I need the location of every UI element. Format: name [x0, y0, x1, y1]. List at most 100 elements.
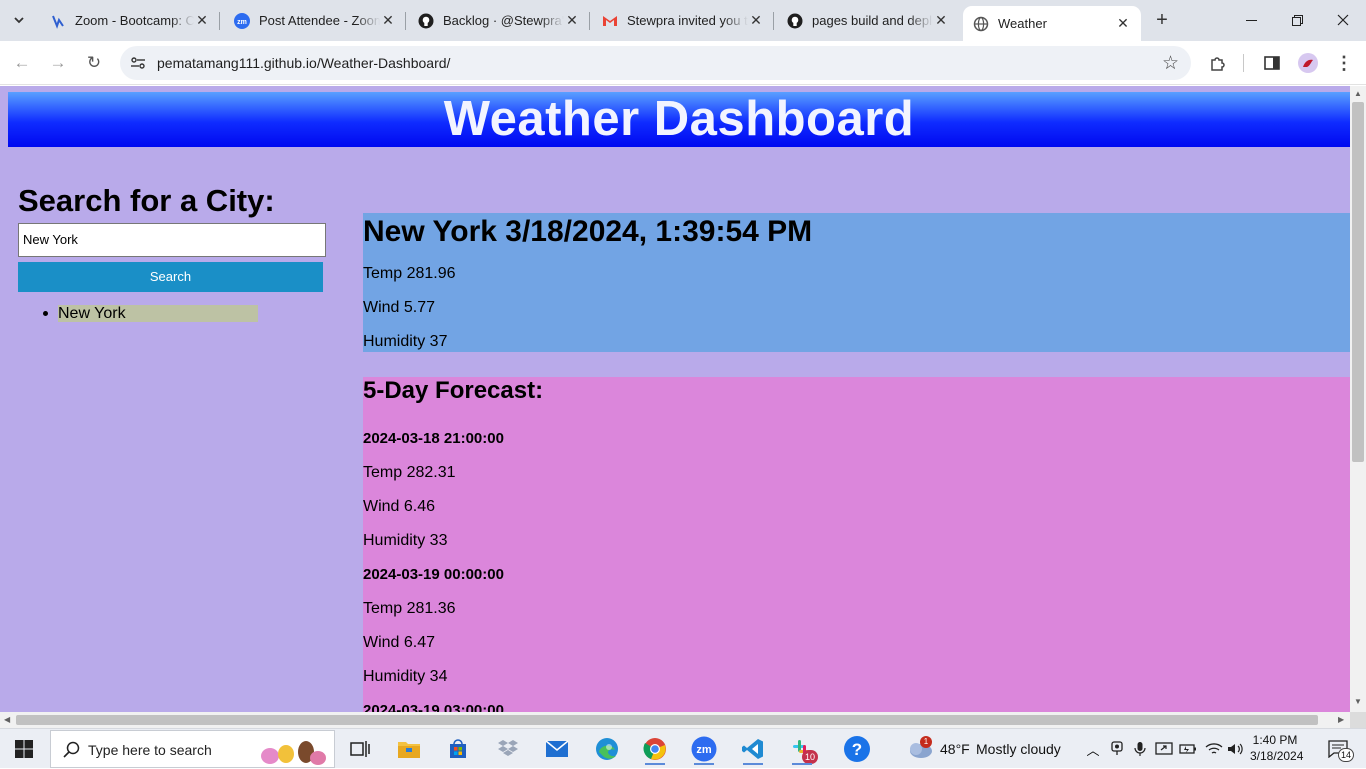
mail-app[interactable] [535, 733, 579, 765]
webcam-tray[interactable] [1106, 733, 1128, 765]
help-app[interactable]: ? [835, 733, 879, 765]
scrollbar-thumb[interactable] [1352, 102, 1364, 462]
weather-temp: 48°F [940, 741, 970, 757]
scroll-left-icon[interactable]: ◀ [4, 715, 10, 724]
vertical-scrollbar[interactable]: ▲ ▼ [1350, 86, 1366, 712]
puzzle-icon [1211, 57, 1225, 71]
forecast-heading: 5-Day Forecast: [363, 377, 544, 404]
chrome-icon [643, 738, 666, 760]
weather-widget[interactable]: 1 48°F Mostly cloudy [900, 733, 1061, 765]
zoom-bootcamp-icon [50, 13, 66, 29]
dropbox-app[interactable] [486, 733, 530, 765]
search-button[interactable]: Search [18, 262, 323, 292]
weather-description: Mostly cloudy [976, 741, 1061, 757]
forecast-humidity: Humidity 34 [363, 668, 448, 685]
close-window-button[interactable] [1320, 0, 1366, 40]
minimize-button[interactable] [1228, 0, 1274, 40]
tab-zoom-post-attendee[interactable]: zm Post Attendee - Zoom ✕ [224, 0, 406, 41]
reload-icon: ↻ [86, 53, 102, 72]
close-tab-icon[interactable]: ✕ [194, 12, 210, 29]
tab-zoom-bootcamp[interactable]: Zoom - Bootcamp: CU ✕ [40, 0, 220, 41]
close-tab-icon[interactable]: ✕ [380, 12, 396, 29]
tab-github-backlog[interactable]: Backlog · @Stewpra's ✕ [408, 0, 590, 41]
forecast-date: 2024-03-19 00:00:00 [363, 566, 504, 583]
restore-button[interactable] [1274, 0, 1320, 40]
arrow-right-icon: → [49, 53, 67, 72]
back-button[interactable]: ← [10, 51, 34, 75]
url-text[interactable]: pematamang111.github.io/Weather-Dashboar… [157, 55, 450, 71]
bookmark-star-icon[interactable]: ☆ [1162, 52, 1179, 75]
volume-tray[interactable] [1225, 733, 1247, 765]
city-search-input[interactable]: New York [18, 223, 326, 257]
scroll-right-icon[interactable]: ▶ [1338, 715, 1344, 724]
slack-app[interactable]: 10 [780, 733, 824, 765]
edge-icon [596, 738, 618, 760]
tab-search-button[interactable] [6, 8, 32, 32]
scroll-up-icon[interactable]: ▲ [1354, 89, 1362, 98]
dropbox-icon [498, 740, 518, 756]
browser-toolbar: ← → ↻ pematamang111.github.io/Weather-Da… [0, 41, 1366, 85]
new-tab-button[interactable]: + [1150, 8, 1174, 32]
chevron-up-icon: ︿ [1086, 742, 1100, 758]
taskbar-clock[interactable]: 1:40 PM 3/18/2024 [1250, 732, 1304, 764]
address-bar[interactable]: pematamang111.github.io/Weather-Dashboar… [120, 46, 1191, 80]
task-view-button[interactable] [338, 733, 382, 765]
microsoft-store-app[interactable] [436, 733, 480, 765]
profile-avatar[interactable] [1296, 51, 1320, 75]
edge-app[interactable] [585, 733, 629, 765]
browser-menu-button[interactable]: ⋮ [1332, 51, 1356, 75]
close-tab-icon[interactable]: ✕ [1115, 15, 1131, 32]
vscode-icon [742, 739, 763, 759]
current-temp: Temp 281.96 [363, 265, 456, 282]
history-item[interactable]: New York [43, 305, 298, 323]
extensions-button[interactable] [1206, 51, 1230, 75]
show-hidden-icons-button[interactable]: ︿ [1083, 733, 1103, 765]
meet-now-tray[interactable] [1153, 733, 1175, 765]
tab-separator [405, 12, 406, 30]
forecast-wind: Wind 6.46 [363, 498, 436, 515]
microphone-tray[interactable] [1129, 733, 1151, 765]
close-tab-icon[interactable]: ✕ [933, 12, 949, 29]
side-panel-button[interactable] [1260, 51, 1284, 75]
forecast-temp: Temp 281.36 [363, 600, 456, 617]
task-view-icon [350, 741, 370, 757]
network-tray[interactable] [1203, 733, 1225, 765]
history-item-label[interactable]: New York [58, 305, 258, 322]
forecast-date: 2024-03-18 21:00:00 [363, 430, 504, 447]
more-vert-icon: ⋮ [1335, 52, 1353, 73]
tab-title: Backlog · @Stewpra's [443, 13, 564, 28]
close-tab-icon[interactable]: ✕ [748, 12, 764, 29]
scrollbar-thumb[interactable] [16, 715, 1318, 725]
battery-icon [1179, 744, 1196, 754]
close-tab-icon[interactable]: ✕ [564, 12, 580, 29]
zoom-app[interactable]: zm [682, 733, 726, 765]
chrome-app[interactable] [633, 733, 677, 765]
speaker-icon [1228, 743, 1243, 755]
reload-button[interactable]: ↻ [82, 51, 106, 75]
tab-weather[interactable]: Weather ✕ [963, 6, 1141, 41]
scroll-down-icon[interactable]: ▼ [1354, 697, 1362, 706]
plus-icon: + [1156, 8, 1168, 31]
clock-date: 3/18/2024 [1250, 749, 1304, 763]
site-settings-icon [131, 57, 145, 69]
tab-title: Weather [998, 16, 1047, 31]
clock-time: 1:40 PM [1252, 733, 1298, 747]
arrow-left-icon: ← [13, 53, 31, 72]
taskbar-search-box[interactable]: Type here to search [50, 730, 335, 768]
current-wind: Wind 5.77 [363, 299, 436, 316]
battery-tray[interactable] [1177, 733, 1199, 765]
vscode-app[interactable] [731, 733, 775, 765]
tab-gmail-invite[interactable]: Stewpra invited you to ✕ [592, 0, 774, 41]
gmail-icon [602, 13, 618, 29]
start-button[interactable] [0, 729, 48, 769]
github-icon [418, 13, 434, 29]
horizontal-scrollbar[interactable]: ◀ ▶ [0, 712, 1350, 728]
folder-icon [398, 742, 420, 758]
page-viewport: Weather Dashboard Search for a City: New… [0, 86, 1350, 712]
file-explorer-app[interactable] [387, 733, 431, 765]
forward-button[interactable]: → [46, 51, 70, 75]
tab-title: Post Attendee - Zoom [259, 13, 380, 28]
notification-center-button[interactable]: 14 [1318, 733, 1358, 765]
tab-github-pages[interactable]: pages build and deploy ✕ [777, 0, 959, 41]
mail-icon [545, 740, 569, 757]
